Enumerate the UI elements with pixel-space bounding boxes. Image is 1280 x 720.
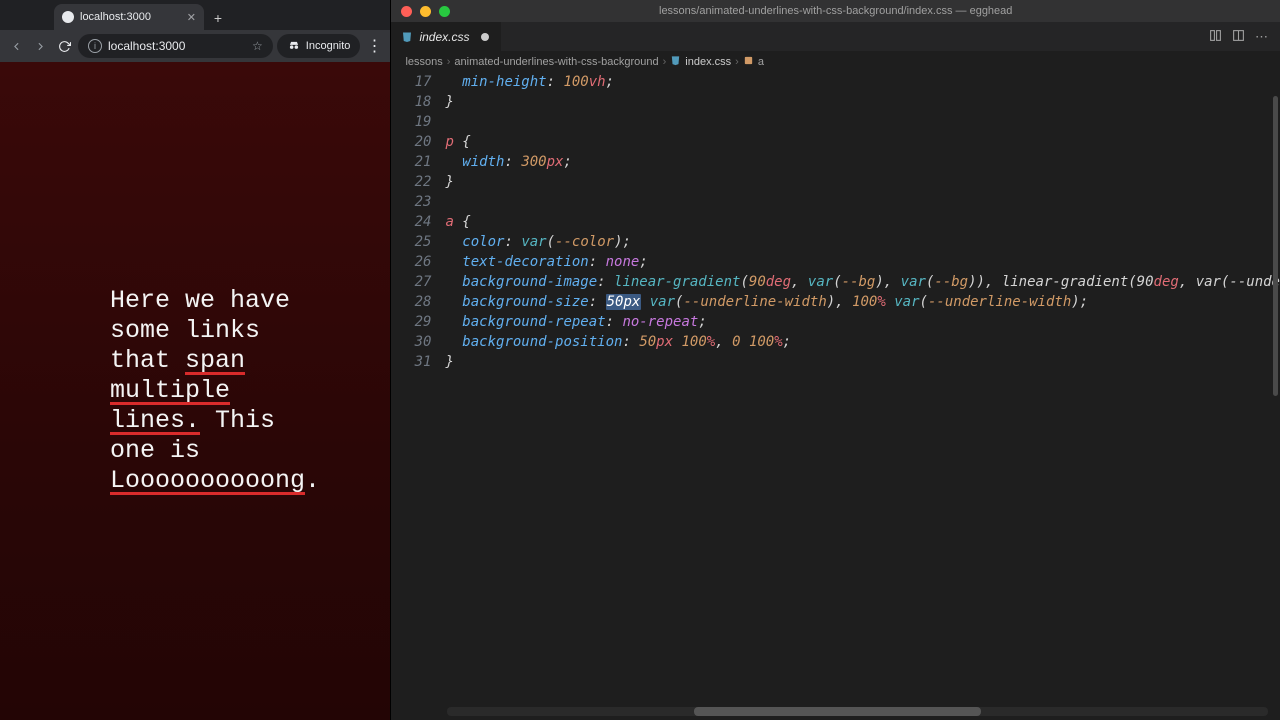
- code-area[interactable]: 171819202122232425262728293031 min-heigh…: [391, 72, 1280, 720]
- line-number: 27: [391, 272, 431, 292]
- site-info-icon[interactable]: i: [88, 39, 102, 53]
- vertical-scrollbar[interactable]: [1273, 96, 1278, 396]
- css-file-icon: [401, 31, 413, 43]
- line-number: 20: [391, 132, 431, 152]
- chevron-right-icon: ›: [735, 56, 739, 68]
- minimize-window-icon[interactable]: [420, 6, 431, 17]
- demo-text: .: [305, 466, 320, 495]
- line-number: 28: [391, 292, 431, 312]
- favicon-icon: [62, 11, 74, 23]
- browser-toolbar: i localhost:3000 ☆ Incognito ⋮: [0, 30, 390, 62]
- zoom-window-icon[interactable]: [439, 6, 450, 17]
- line-number: 22: [391, 172, 431, 192]
- url-bar[interactable]: i localhost:3000 ☆: [78, 34, 273, 58]
- incognito-label: Incognito: [306, 40, 351, 52]
- back-button[interactable]: [6, 36, 26, 56]
- line-number: 24: [391, 212, 431, 232]
- browser-tab-title: localhost:3000: [80, 11, 181, 23]
- line-number: 17: [391, 72, 431, 92]
- breadcrumb-segment[interactable]: animated-underlines-with-css-background: [454, 56, 658, 68]
- line-number: 25: [391, 232, 431, 252]
- symbol-icon: [743, 55, 754, 69]
- line-number: 18: [391, 92, 431, 112]
- close-window-icon[interactable]: [401, 6, 412, 17]
- line-number: 19: [391, 112, 431, 132]
- breadcrumb-segment[interactable]: lessons: [405, 56, 442, 68]
- reload-button[interactable]: [54, 36, 74, 56]
- breadcrumb[interactable]: lessons › animated-underlines-with-css-b…: [391, 52, 1280, 72]
- split-editor-icon[interactable]: [1232, 29, 1245, 45]
- new-tab-button[interactable]: +: [206, 6, 230, 30]
- demo-link-2[interactable]: Loooooooooong: [110, 466, 305, 495]
- breadcrumb-file[interactable]: index.css: [685, 56, 731, 68]
- more-actions-icon[interactable]: ⋯: [1255, 29, 1268, 45]
- incognito-badge[interactable]: Incognito: [277, 34, 361, 58]
- line-number: 30: [391, 332, 431, 352]
- unsaved-dot-icon: [481, 33, 489, 41]
- traffic-lights: [391, 6, 450, 17]
- editor-tab[interactable]: index.css: [391, 22, 501, 51]
- chevron-right-icon: ›: [663, 56, 667, 68]
- page-content: Here we have some links that span multip…: [0, 62, 390, 720]
- horizontal-scrollbar[interactable]: [447, 707, 1268, 716]
- line-number: 21: [391, 152, 431, 172]
- line-number-gutter: 171819202122232425262728293031: [391, 72, 445, 720]
- compare-icon[interactable]: [1209, 29, 1222, 45]
- code-lines[interactable]: min-height: 100vh; } p { width: 300px; }…: [445, 72, 1280, 720]
- line-number: 29: [391, 312, 431, 332]
- window-title: lessons/animated-underlines-with-css-bac…: [391, 5, 1280, 17]
- editor-titlebar[interactable]: lessons/animated-underlines-with-css-bac…: [391, 0, 1280, 22]
- browser-window: localhost:3000 ✕ + i localhost:3000 ☆: [0, 0, 391, 720]
- line-number: 23: [391, 192, 431, 212]
- css-file-icon: [670, 55, 681, 69]
- breadcrumb-symbol[interactable]: a: [758, 56, 764, 68]
- url-text: localhost:3000: [108, 39, 185, 53]
- chevron-right-icon: ›: [447, 56, 451, 68]
- editor-tab-bar: index.css ⋯: [391, 22, 1280, 52]
- line-number: 31: [391, 352, 431, 372]
- editor-window: lessons/animated-underlines-with-css-bac…: [391, 0, 1280, 720]
- browser-tab[interactable]: localhost:3000 ✕: [54, 4, 204, 30]
- close-icon[interactable]: ✕: [187, 11, 196, 24]
- demo-paragraph: Here we have some links that span multip…: [110, 286, 325, 496]
- browser-tab-strip: localhost:3000 ✕ +: [0, 0, 390, 30]
- incognito-icon: [287, 39, 301, 53]
- scrollbar-thumb[interactable]: [694, 707, 981, 716]
- line-number: 26: [391, 252, 431, 272]
- browser-menu-button[interactable]: ⋮: [364, 36, 384, 56]
- editor-tab-label: index.css: [419, 30, 469, 44]
- forward-button[interactable]: [30, 36, 50, 56]
- bookmark-icon[interactable]: ☆: [252, 39, 263, 53]
- tabbar-actions: ⋯: [1209, 22, 1280, 51]
